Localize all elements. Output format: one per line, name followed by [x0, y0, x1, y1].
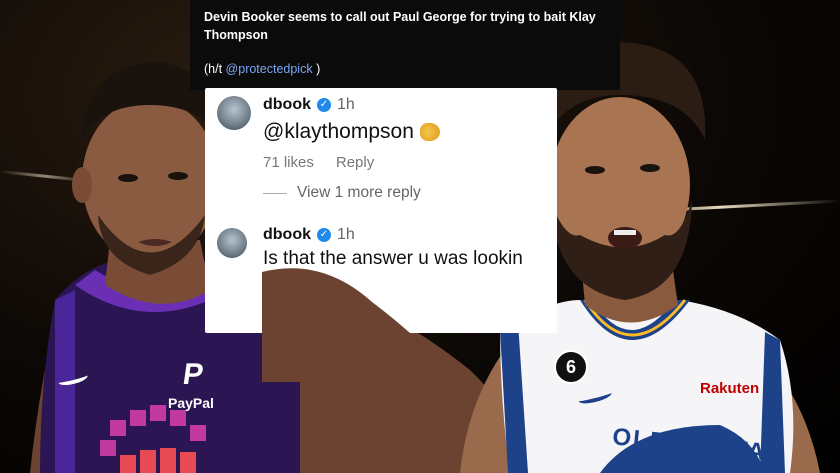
caption-line-1: Devin Booker seems to call out Paul Geor…	[204, 10, 596, 24]
left-player-arm	[262, 268, 462, 382]
comment-mention[interactable]: @klaythompson	[263, 120, 414, 143]
view-more-replies[interactable]: View 1 more reply	[263, 184, 421, 202]
comment-time: 1h	[337, 96, 355, 113]
likes-count[interactable]: 71 likes	[263, 154, 314, 171]
hat-tip: (h/t @protectedpick )	[204, 60, 606, 78]
avatar[interactable]	[217, 96, 251, 130]
saluting-face-emoji	[419, 123, 440, 142]
right-jersey-sponsor: Rakuten	[700, 380, 760, 397]
left-jersey-sponsor: PayPal	[168, 395, 214, 411]
caption-line-2: Thompson	[204, 28, 268, 42]
verified-badge-icon: ✓	[317, 98, 331, 112]
right-jersey-number: 6	[565, 357, 576, 377]
divider-line	[263, 192, 287, 194]
comment-time: 1h	[337, 226, 355, 243]
reply-button[interactable]: Reply	[336, 154, 374, 171]
comment-username[interactable]: dbook	[263, 226, 311, 244]
comment-text: @klaythompson	[263, 120, 440, 144]
avatar[interactable]	[217, 228, 247, 258]
right-jersey-number-badge: 6	[554, 350, 588, 384]
view-more-label: View 1 more reply	[297, 184, 421, 201]
hat-tip-prefix: (h/t	[204, 62, 226, 76]
comment-meta: dbook ✓ 1h	[263, 226, 355, 244]
tweet-caption: Devin Booker seems to call out Paul Geor…	[190, 0, 620, 90]
hat-tip-suffix: )	[312, 62, 321, 76]
hat-tip-handle[interactable]: @protectedpick	[226, 62, 313, 76]
comment-1: dbook ✓ 1h @klaythompson 71 likes Reply	[217, 96, 547, 176]
comment-actions: 71 likes Reply	[263, 154, 374, 171]
comment-meta: dbook ✓ 1h	[263, 96, 355, 114]
verified-badge-icon: ✓	[317, 228, 331, 242]
thumbnail-image: P PayPal 6 Rakuten OLDEN STAT Devin Book…	[0, 0, 840, 473]
comment-username[interactable]: dbook	[263, 96, 311, 114]
